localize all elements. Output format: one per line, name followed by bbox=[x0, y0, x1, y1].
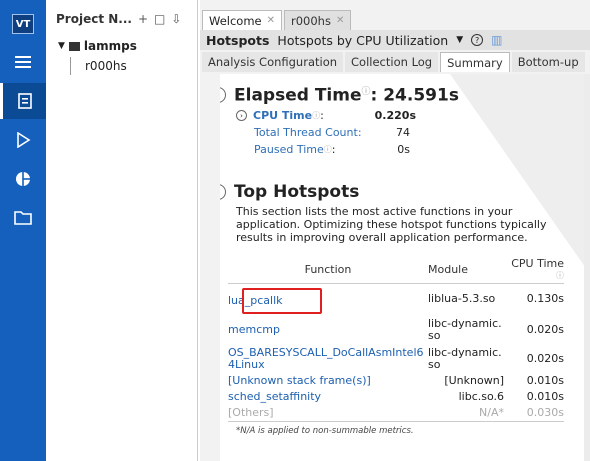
column-cpu-time-label: CPU Time bbox=[511, 257, 564, 271]
function-link[interactable]: [Unknown stack frame(s)] bbox=[228, 374, 371, 387]
help-icon[interactable]: ⓘ bbox=[324, 144, 332, 155]
tree-item-label: lammps bbox=[83, 39, 137, 53]
tab-welcome[interactable]: Welcome ✕ bbox=[202, 10, 282, 30]
tree-item-lammps[interactable]: ▼ lammps bbox=[58, 39, 137, 53]
vertical-scrollbar[interactable] bbox=[584, 74, 590, 461]
import-icon[interactable]: ⇩ bbox=[171, 12, 181, 26]
app-window: VT Project N... + □ ⇩ ▼ lammps r000hs We… bbox=[0, 0, 590, 461]
top-hotspots-title: Top Hotspots bbox=[234, 182, 360, 202]
project-navigator-header: Project N... + □ ⇩ bbox=[56, 10, 196, 28]
close-icon[interactable]: ✕ bbox=[336, 15, 344, 26]
table-row: sched_setaffinity libc.so.6 0.010s bbox=[228, 389, 564, 405]
cpu-time-value: 0.220s bbox=[374, 109, 416, 122]
help-icon[interactable]: ⓘ bbox=[556, 271, 564, 280]
top-hotspots-description: This section lists the most active funct… bbox=[236, 205, 547, 244]
tree-item-r000hs[interactable]: r000hs bbox=[70, 57, 127, 75]
function-link[interactable]: memcmp bbox=[228, 323, 280, 336]
pie-chart-icon[interactable] bbox=[0, 161, 46, 197]
cpu-time-cell: 0.010s bbox=[526, 390, 564, 403]
help-icon[interactable]: ? bbox=[471, 34, 484, 46]
column-module[interactable]: Module bbox=[428, 257, 504, 284]
vtune-logo: VT bbox=[0, 6, 46, 42]
highlight-box bbox=[242, 288, 322, 314]
elapsed-time-section: ⌄ Elapsed Timeⓘ: 24.591s bbox=[220, 84, 459, 106]
column-function[interactable]: Function bbox=[228, 257, 428, 284]
analysis-subtabs: Analysis Configuration Collection Log Su… bbox=[200, 52, 590, 72]
cpu-time-cell: 0.130s bbox=[526, 292, 564, 306]
table-row: OS_BARESYSCALL_DoCallAsmIntel64Linux lib… bbox=[228, 344, 564, 373]
table-row: memcmp libc-dynamic.so 0.020s bbox=[228, 315, 564, 344]
tab-analysis-configuration[interactable]: Analysis Configuration bbox=[202, 52, 344, 72]
tab-label: Welcome bbox=[209, 13, 262, 28]
tab-bottom-up[interactable]: Bottom-up bbox=[511, 52, 585, 72]
folder-icon bbox=[68, 41, 80, 51]
vtune-logo-text: VT bbox=[12, 14, 34, 34]
footnote: *N/A is applied to non-summable metrics. bbox=[236, 426, 414, 436]
paused-time-metric: Paused Time ⓘ: 0s bbox=[254, 143, 410, 156]
module-cell: [Unknown] bbox=[444, 374, 504, 387]
column-cpu-time[interactable]: CPU Time ⓘ bbox=[504, 257, 564, 284]
elapsed-time-label: Elapsed Time bbox=[234, 85, 362, 106]
cpu-time-cell: 0.030s bbox=[504, 405, 564, 422]
help-icon[interactable]: ⓘ bbox=[312, 110, 320, 121]
cpu-time-cell: 0.020s bbox=[526, 322, 564, 336]
function-link[interactable]: sched_setaffinity bbox=[228, 390, 321, 403]
hotspots-table: Function Module CPU Time ⓘ lua_pcallk li… bbox=[228, 257, 564, 422]
project-navigator-title: Project N... bbox=[56, 12, 132, 26]
function-link[interactable]: OS_BARESYSCALL_DoCallAsmIntel64Linux bbox=[228, 346, 424, 371]
tree-item-label: r000hs bbox=[85, 59, 127, 73]
top-hotspots-section: ⌄ Top Hotspots bbox=[220, 182, 359, 202]
tab-collection-log[interactable]: Collection Log bbox=[345, 52, 439, 72]
chevron-down-icon[interactable]: ⌄ bbox=[220, 184, 226, 200]
play-icon[interactable] bbox=[0, 122, 46, 158]
analysis-title: Hotspots bbox=[206, 32, 270, 48]
new-window-icon[interactable]: □ bbox=[154, 12, 165, 26]
table-row: [Others] N/A* 0.030s bbox=[228, 405, 564, 422]
main-area: Welcome ✕ r000hs ✕ Hotspots Hotspots by … bbox=[200, 0, 590, 461]
analysis-header: Hotspots Hotspots by CPU Utilization ▼ ?… bbox=[200, 30, 590, 50]
compare-icon[interactable]: ▥ bbox=[491, 33, 502, 47]
paused-time-value: 0s bbox=[397, 143, 410, 156]
module-cell: liblua-5.3.so bbox=[428, 292, 496, 306]
thread-count-value: 74 bbox=[396, 126, 410, 139]
module-cell: libc-dynamic.so bbox=[428, 316, 502, 342]
table-header-row: Function Module CPU Time ⓘ bbox=[228, 257, 564, 284]
thread-count-metric: Total Thread Count: 74 bbox=[254, 126, 410, 139]
cpu-time-cell: 0.010s bbox=[526, 374, 564, 387]
tab-label: r000hs bbox=[291, 13, 331, 28]
close-icon[interactable]: ✕ bbox=[267, 15, 275, 26]
viewpoint-selector[interactable]: Hotspots by CPU Utilization bbox=[277, 33, 448, 48]
tab-summary[interactable]: Summary bbox=[440, 52, 510, 72]
function-link[interactable]: [Others] bbox=[228, 406, 274, 419]
tab-r000hs[interactable]: r000hs ✕ bbox=[284, 10, 352, 30]
summary-panel: ⌄ Elapsed Timeⓘ: 24.591s › CPU Time ⓘ: 0… bbox=[220, 74, 590, 461]
help-icon[interactable]: ⓘ bbox=[361, 87, 370, 97]
table-row: [Unknown stack frame(s)] [Unknown] 0.010… bbox=[228, 373, 564, 389]
module-cell: libc.so.6 bbox=[458, 390, 504, 403]
add-icon[interactable]: + bbox=[138, 12, 148, 26]
cpu-time-metric: › CPU Time ⓘ: 0.220s bbox=[236, 109, 416, 122]
elapsed-time-value: : 24.591s bbox=[370, 85, 459, 106]
editor-tabs: Welcome ✕ r000hs ✕ bbox=[200, 0, 590, 30]
thread-count-label: Total Thread Count: bbox=[254, 126, 362, 139]
module-cell: libc-dynamic.so bbox=[428, 345, 502, 371]
folder-icon[interactable] bbox=[0, 199, 46, 235]
chevron-right-icon[interactable]: › bbox=[236, 110, 247, 121]
cpu-time-label[interactable]: CPU Time bbox=[253, 109, 312, 122]
paused-time-label: Paused Time bbox=[254, 143, 324, 156]
activity-rail: VT bbox=[0, 0, 46, 461]
menu-icon[interactable] bbox=[0, 44, 46, 80]
project-navigator: Project N... + □ ⇩ ▼ lammps r000hs bbox=[46, 0, 198, 461]
chevron-down-icon[interactable]: ▼ bbox=[58, 41, 65, 51]
chevron-down-icon[interactable]: ⌄ bbox=[220, 86, 226, 103]
clipboard-icon[interactable] bbox=[0, 83, 46, 119]
chevron-down-icon[interactable]: ▼ bbox=[456, 35, 463, 45]
module-cell: N/A* bbox=[428, 405, 504, 422]
cpu-time-cell: 0.020s bbox=[526, 351, 564, 365]
